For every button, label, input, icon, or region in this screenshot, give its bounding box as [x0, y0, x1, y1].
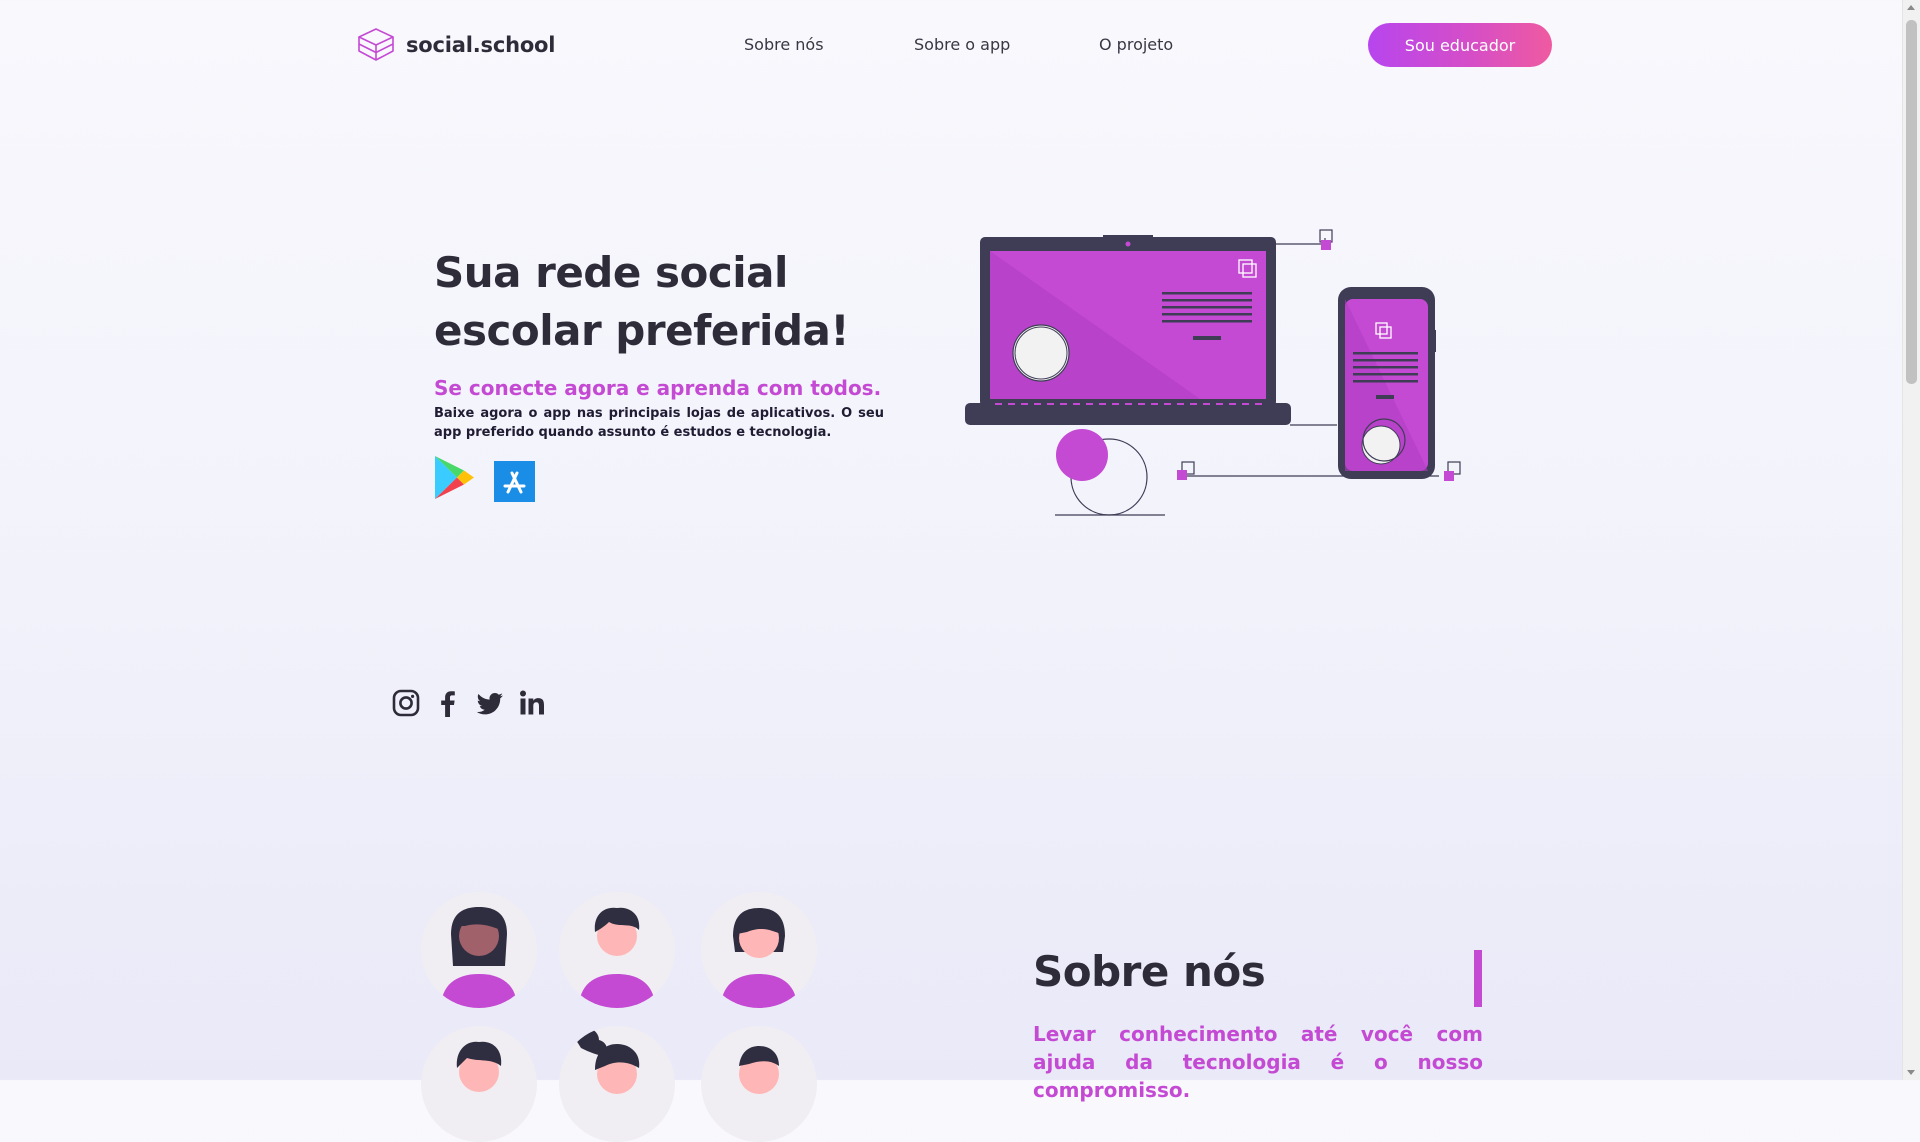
logo[interactable]: social.school — [356, 27, 555, 63]
sou-educador-button[interactable]: Sou educador — [1368, 23, 1552, 67]
google-play-icon[interactable] — [434, 455, 475, 500]
app-store-icon[interactable] — [494, 461, 535, 502]
scroll-thumb[interactable] — [1906, 20, 1917, 384]
hero-title: Sua rede social escolar preferida! — [434, 248, 850, 355]
page-scrollbar[interactable] — [1902, 0, 1920, 1080]
about-title: Sobre nós — [1033, 947, 1266, 996]
devices-illustration — [965, 229, 1461, 516]
logo-text: social.school — [406, 33, 556, 57]
scroll-down-arrow-icon[interactable] — [1907, 1070, 1915, 1075]
nav-link-sobre-nos[interactable]: Sobre nós — [744, 35, 824, 54]
linkedin-icon[interactable] — [517, 688, 547, 718]
avatar — [421, 1026, 537, 1142]
avatar — [559, 1026, 675, 1142]
instagram-icon[interactable] — [391, 688, 421, 718]
facebook-icon[interactable] — [433, 688, 463, 718]
cube-logo-icon — [358, 28, 394, 61]
avatar — [701, 892, 817, 1008]
nav-link-sobre-o-app[interactable]: Sobre o app — [914, 35, 1010, 54]
scroll-up-arrow-icon[interactable] — [1907, 5, 1915, 10]
twitter-icon[interactable] — [475, 688, 505, 718]
hero-description: Baixe agora o app nas principais lojas d… — [434, 406, 884, 440]
avatar — [421, 892, 537, 1008]
accent-bar — [1474, 950, 1482, 1007]
avatar — [701, 1026, 817, 1142]
hero-subtitle: Se conecte agora e aprenda com todos. — [434, 376, 882, 400]
nav-link-o-projeto[interactable]: O projeto — [1099, 35, 1173, 54]
avatar — [559, 892, 675, 1008]
about-text: Levar conhecimento até você com ajuda da… — [1033, 1022, 1483, 1102]
